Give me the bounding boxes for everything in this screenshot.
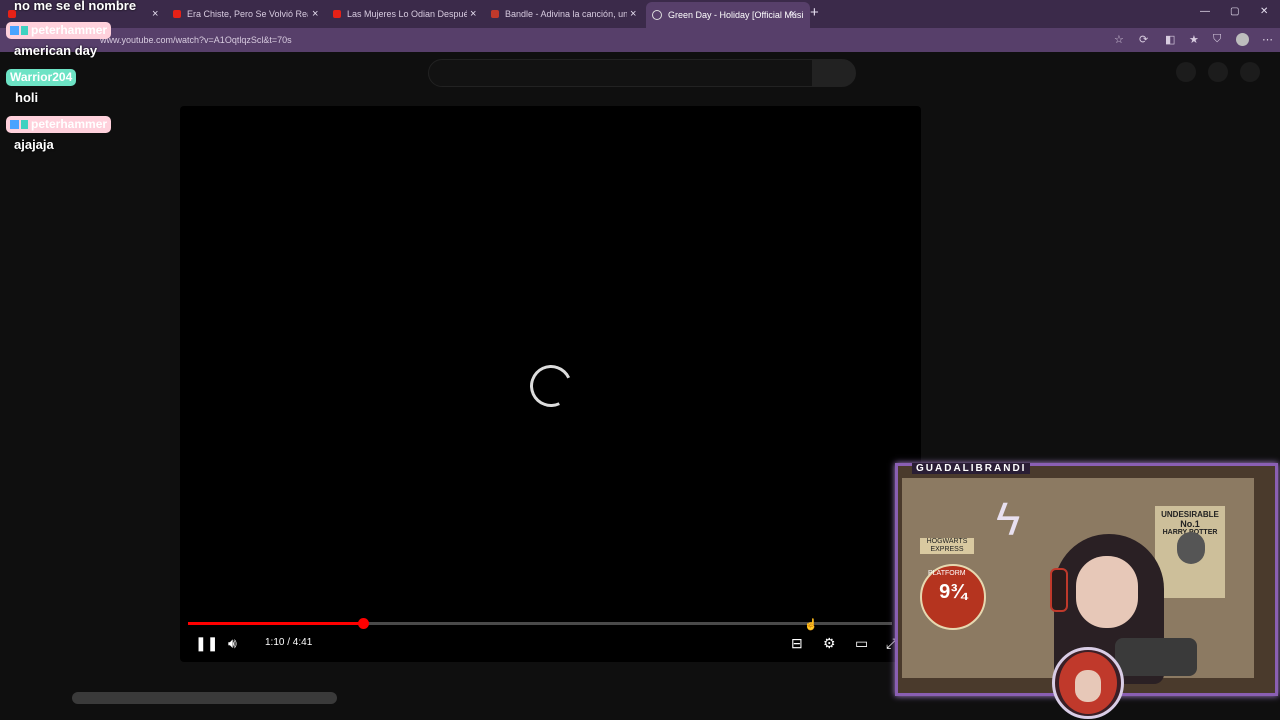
more-menu-icon[interactable]: ⋯	[1262, 33, 1273, 46]
progress-played	[188, 622, 363, 625]
browser-tab-3[interactable]: Las Mujeres Lo Odian Después De	[333, 4, 467, 24]
youtube-favicon-icon	[173, 10, 181, 18]
bandle-favicon-icon	[491, 10, 499, 18]
horizontal-scrollbar[interactable]	[72, 692, 337, 704]
theater-mode-icon[interactable]: ▭	[855, 634, 868, 652]
create-icon[interactable]	[1176, 62, 1196, 82]
time-display: 1:10 / 4:41	[265, 637, 313, 648]
badge-icon	[21, 26, 28, 35]
browser-tab-2[interactable]: Era Chiste, Pero Se Volvió Real - Y	[173, 4, 308, 24]
search-button[interactable]	[812, 59, 856, 87]
search-input[interactable]	[428, 59, 814, 87]
pause-button[interactable]: ❚❚	[195, 634, 218, 652]
tab-close-icon[interactable]: ×	[312, 4, 318, 24]
headset-icon	[1050, 568, 1068, 612]
browser-tab-active[interactable]: Green Day - Holiday [Official Musi	[646, 2, 810, 28]
microphone	[1115, 638, 1197, 676]
youtube-favicon-icon	[333, 10, 341, 18]
chat-username: peterhammer	[6, 22, 112, 39]
poster-photo	[1177, 532, 1205, 564]
mouse-cursor-icon: ☝	[804, 619, 818, 631]
streamer-name: GUADALIBRANDI	[912, 463, 1031, 474]
badge-icon	[10, 120, 19, 129]
minimize-button[interactable]: —	[1200, 6, 1210, 17]
platform-sign: PLATFORM 9¾	[920, 564, 986, 630]
streamer-avatar	[1052, 647, 1124, 719]
settings-gear-icon[interactable]: ⚙	[823, 634, 836, 652]
close-window-button[interactable]: ✕	[1260, 6, 1268, 17]
account-avatar[interactable]	[1240, 62, 1260, 82]
tab-close-icon[interactable]: ×	[790, 4, 796, 24]
loading-favicon-icon	[652, 10, 662, 20]
badge-icon	[10, 26, 19, 35]
url-text[interactable]: www.youtube.com/watch?v=A1OqtlqzScl&t=70…	[100, 35, 292, 45]
volume-icon[interactable]: 🔊︎	[228, 634, 237, 652]
subtitles-icon[interactable]: ⊟	[791, 634, 803, 652]
hogwarts-express-sign: HOGWARTS EXPRESS	[920, 538, 974, 554]
tab-close-icon[interactable]: ×	[630, 4, 636, 24]
browser-tab-4[interactable]: Bandle - Adivina la canción, un ins	[491, 4, 627, 24]
wanted-poster: UNDESIRABLE No.1 HARRY POTTER	[1155, 506, 1225, 598]
chat-username: Warrior204	[6, 69, 77, 86]
new-tab-button[interactable]: +	[810, 3, 819, 23]
badge-icon	[21, 120, 28, 129]
split-screen-icon[interactable]: ◧	[1165, 33, 1175, 46]
browser-tab-bar: × Era Chiste, Pero Se Volvió Real - Y × …	[0, 0, 1280, 28]
tab-close-icon[interactable]: ×	[470, 4, 476, 24]
chat-message: holi	[15, 90, 39, 105]
shield-icon[interactable]: ⛉	[1213, 33, 1221, 46]
profile-avatar[interactable]	[1236, 33, 1249, 46]
extension-icon[interactable]: ⟳	[1139, 33, 1148, 46]
chat-message: american day	[14, 43, 98, 58]
chat-username: peterhammer	[6, 116, 112, 133]
tab-close-icon[interactable]: ×	[152, 4, 158, 24]
favorite-star-icon[interactable]: ☆	[1114, 33, 1124, 46]
lightning-bolt-icon: ϟ	[996, 493, 1021, 545]
restore-button[interactable]: ▢	[1230, 6, 1239, 17]
notifications-icon[interactable]	[1208, 62, 1228, 82]
chat-message: no me se el nombre	[14, 0, 137, 13]
favorites-icon[interactable]: ★	[1189, 33, 1199, 46]
chat-message: ajajaja	[14, 137, 54, 152]
progress-scrubber[interactable]	[358, 618, 369, 629]
